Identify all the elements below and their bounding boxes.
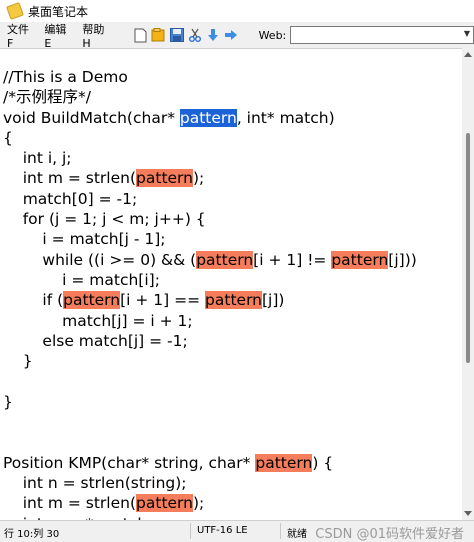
code-text: [i + 1] == [120,291,206,310]
code-line: int m = strlen(pattern); [3,168,417,188]
code-text: ); [192,169,205,188]
save-icon[interactable] [169,27,185,43]
notepad-app-icon [6,2,24,20]
toolbar [133,27,241,43]
code-text: [j]) [262,291,285,310]
code-line: while ((i >= 0) && (pattern[i + 1] != pa… [3,250,417,270]
code-line: int i, j; [3,148,417,168]
web-dropdown-icon[interactable]: ▼ [464,29,470,38]
code-text: while ((i >= 0) && ( [3,250,197,269]
code-text: match[0] = -1; [3,189,138,208]
code-line: i = match[j - 1]; [3,229,417,249]
code-text: ) { [312,453,334,472]
code-text: , int* match) [236,108,335,127]
new-file-icon[interactable] [133,27,149,43]
text-selection: pattern [179,108,237,127]
open-file-icon[interactable] [151,27,167,43]
code-text: for (j = 1; j < m; j++) { [3,210,206,229]
code-text: if ( [3,291,64,310]
code-text: int i, j; [3,149,72,168]
arrow-right-icon[interactable] [223,27,239,43]
menu-edit[interactable]: 编辑E [41,19,75,52]
code-text: int n = strlen(string); [3,473,187,492]
search-highlight: pattern [196,250,254,269]
code-line: void BuildMatch(char* pattern, int* matc… [3,108,417,128]
code-line: int n = strlen(string); [3,473,417,493]
search-highlight: pattern [331,250,389,269]
scroll-thumb[interactable] [466,133,470,363]
code-text: else match[j] = -1; [3,331,188,350]
text-editor[interactable]: //This is a Demo /*示例程序*/void BuildMatch(… [0,48,462,521]
code-text: /*示例程序*/ [3,88,91,107]
menu-bar: 文件F 编辑E 帮助H Web: [0,23,474,50]
code-text: i = match[i]; [3,270,160,289]
code-line: //This is a Demo [3,67,417,87]
code-line: int m = strlen(pattern); [3,493,417,513]
vertical-scrollbar[interactable] [462,48,474,520]
search-highlight: pattern [205,291,262,310]
status-divider [190,523,191,539]
menu-file[interactable]: 文件F [4,19,37,52]
scroll-down-icon[interactable] [464,511,472,516]
code-text: [i + 1] != [253,250,332,269]
code-text: int m = strlen( [3,494,137,513]
search-highlight: pattern [136,169,193,188]
status-text: 就绪 [287,529,307,540]
code-line: { [3,128,417,148]
search-highlight: pattern [255,453,313,472]
search-highlight: pattern [136,494,193,513]
code-line: } [3,351,417,371]
code-text: match[j] = i + 1; [3,311,193,330]
code-line: match[j] = i + 1; [3,311,417,331]
code-text: ); [192,494,205,513]
code-text: int m = strlen( [3,169,137,188]
code-line: i = match[i]; [3,270,417,290]
code-line: /*示例程序*/ [3,87,417,107]
code-line: match[0] = -1; [3,189,417,209]
encoding-indicator: UTF-16 LE [197,525,248,536]
cursor-position: 行 10:列 30 [4,529,60,540]
arrow-down-icon[interactable] [205,27,221,43]
scroll-up-icon[interactable] [464,52,472,57]
code-line: if (pattern[i + 1] == pattern[j]) [3,290,417,310]
code-line: else match[j] = -1; [3,331,417,351]
watermark: CSDN @01码软件爱好者 [315,527,464,542]
status-bar: 行 10:列 30 UTF-16 LE 就绪 CSDN @01码软件爱好者 [0,520,474,542]
code-content: //This is a Demo /*示例程序*/void BuildMatch(… [3,67,417,521]
menu-help[interactable]: 帮助H [79,19,114,52]
code-text: Position KMP(char* string, char* [3,453,256,472]
code-text: [j])) [388,250,417,269]
code-line: } [3,392,417,412]
code-text: } [3,352,33,371]
code-line: Position KMP(char* string, char* pattern… [3,453,417,473]
code-line: for (j = 1; j < m; j++) { [3,209,417,229]
code-text: } [3,392,13,411]
window-title: 桌面笔记本 [28,4,89,19]
search-highlight: pattern [63,291,121,310]
code-text: i = match[j - 1]; [3,230,166,249]
web-url-input[interactable] [290,26,474,44]
web-label: Web: [258,28,287,42]
code-text: //This is a Demo [3,68,128,86]
code-text: void BuildMatch(char* [3,108,180,127]
cut-icon[interactable] [187,27,203,43]
status-divider [280,523,281,539]
code-text: { [3,128,13,147]
